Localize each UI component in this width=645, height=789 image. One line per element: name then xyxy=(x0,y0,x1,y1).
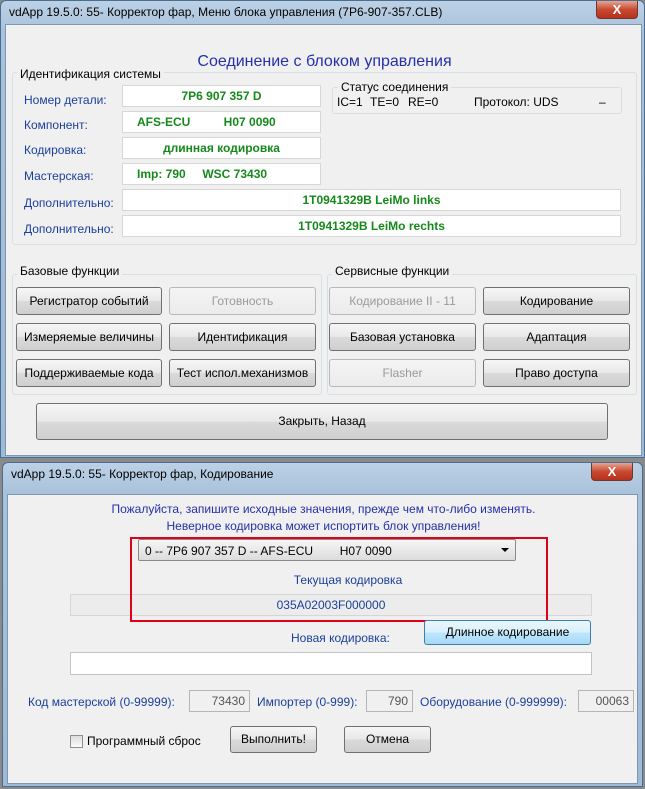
status-protocol: Протокол: UDS xyxy=(474,95,559,109)
execute-button[interactable]: Выполнить! xyxy=(230,726,317,753)
close-back-button[interactable]: Закрыть, Назад xyxy=(36,403,608,440)
new-coding-label: Новая кодировка: xyxy=(291,631,390,645)
status-group-label: Статус соединения xyxy=(338,80,452,94)
basic-setting-button[interactable]: Базовая установка xyxy=(329,323,476,351)
long-coding-button[interactable]: Длинное кодирование xyxy=(424,620,591,645)
part-number-value: 7P6 907 357 D xyxy=(122,85,321,107)
event-log-button[interactable]: Регистратор событий xyxy=(16,287,162,315)
window-client: Соединение с блоком управления Идентифик… xyxy=(5,24,642,456)
component-label: Компонент: xyxy=(24,118,88,132)
extra-label-2: Дополнительно: xyxy=(24,222,114,236)
coding-label: Кодировка: xyxy=(24,143,87,157)
access-rights-button[interactable]: Право доступа xyxy=(483,359,630,387)
coding-window: vdApp 19.5.0: 55- Корректор фар, Кодиров… xyxy=(2,462,643,787)
identification-group-label: Идентификация системы xyxy=(17,67,164,81)
control-module-menu-window: vdApp 19.5.0: 55- Корректор фар, Меню бл… xyxy=(0,0,645,458)
coding-ii-button[interactable]: Кодирование II - 11 xyxy=(329,287,476,315)
workshop-code-field[interactable]: 73430 xyxy=(189,690,250,712)
component-value: AFS-ECU H07 0090 xyxy=(122,111,321,133)
soft-reset-label[interactable]: Программный сброс xyxy=(87,734,201,748)
basic-functions-label: Базовые функции xyxy=(17,264,123,278)
window-title: vdApp 19.5.0: 55- Корректор фар, Меню бл… xyxy=(9,5,443,19)
part-number-label: Номер детали: xyxy=(24,93,107,107)
extra-label-1: Дополнительно: xyxy=(24,196,114,210)
coding-close-icon[interactable]: X xyxy=(591,463,633,481)
coding-title-bar[interactable]: vdApp 19.5.0: 55- Корректор фар, Кодиров… xyxy=(3,463,642,485)
service-functions-label: Сервисные функции xyxy=(332,264,453,278)
highlight-box xyxy=(130,537,548,622)
equipment-field[interactable]: 00063 xyxy=(578,690,634,712)
measured-values-button[interactable]: Измеряемые величины xyxy=(16,323,162,351)
actuator-test-button[interactable]: Тест испол.механизмов xyxy=(169,359,316,387)
close-icon[interactable]: X xyxy=(596,1,638,19)
status-dash: – xyxy=(599,95,606,109)
extra-value-2: 1T0941329B LeiMo rechts xyxy=(122,215,621,237)
status-re: RE=0 xyxy=(408,95,439,109)
cancel-button[interactable]: Отмена xyxy=(344,726,431,753)
importer-field[interactable]: 790 xyxy=(366,690,413,712)
equipment-label: Оборудование (0-999999): xyxy=(420,695,567,709)
extra-value-1: 1T0941329B LeiMo links xyxy=(122,189,621,211)
new-coding-input[interactable] xyxy=(70,652,592,675)
title-bar[interactable]: vdApp 19.5.0: 55- Корректор фар, Меню бл… xyxy=(1,1,644,23)
importer-label: Импортер (0-999): xyxy=(257,695,358,709)
coding-value: длинная кодировка xyxy=(122,137,321,159)
warning-line-1: Пожалуйста, запишите исходные значения, … xyxy=(111,502,536,516)
status-te: TE=0 xyxy=(370,95,400,109)
identification-button[interactable]: Идентификация xyxy=(169,323,316,351)
workshop-value: Imp: 790 WSC 73430 xyxy=(122,163,321,185)
readiness-button[interactable]: Готовность xyxy=(169,287,316,315)
supported-codes-button[interactable]: Поддерживаемые кода xyxy=(16,359,162,387)
flasher-button[interactable]: Flasher xyxy=(329,359,476,387)
status-ic: IC=1 xyxy=(337,95,363,109)
warning-line-2: Неверное кодировка может испортить блок … xyxy=(166,519,481,533)
workshop-label: Мастерская: xyxy=(24,169,94,183)
coding-button[interactable]: Кодирование xyxy=(483,287,630,315)
coding-window-title: vdApp 19.5.0: 55- Корректор фар, Кодиров… xyxy=(11,467,274,481)
workshop-code-label: Код мастерской (0-99999): xyxy=(28,695,175,709)
coding-client: Пожалуйста, запишите исходные значения, … xyxy=(7,494,638,784)
soft-reset-checkbox[interactable] xyxy=(70,735,83,748)
adaptation-button[interactable]: Адаптация xyxy=(483,323,630,351)
